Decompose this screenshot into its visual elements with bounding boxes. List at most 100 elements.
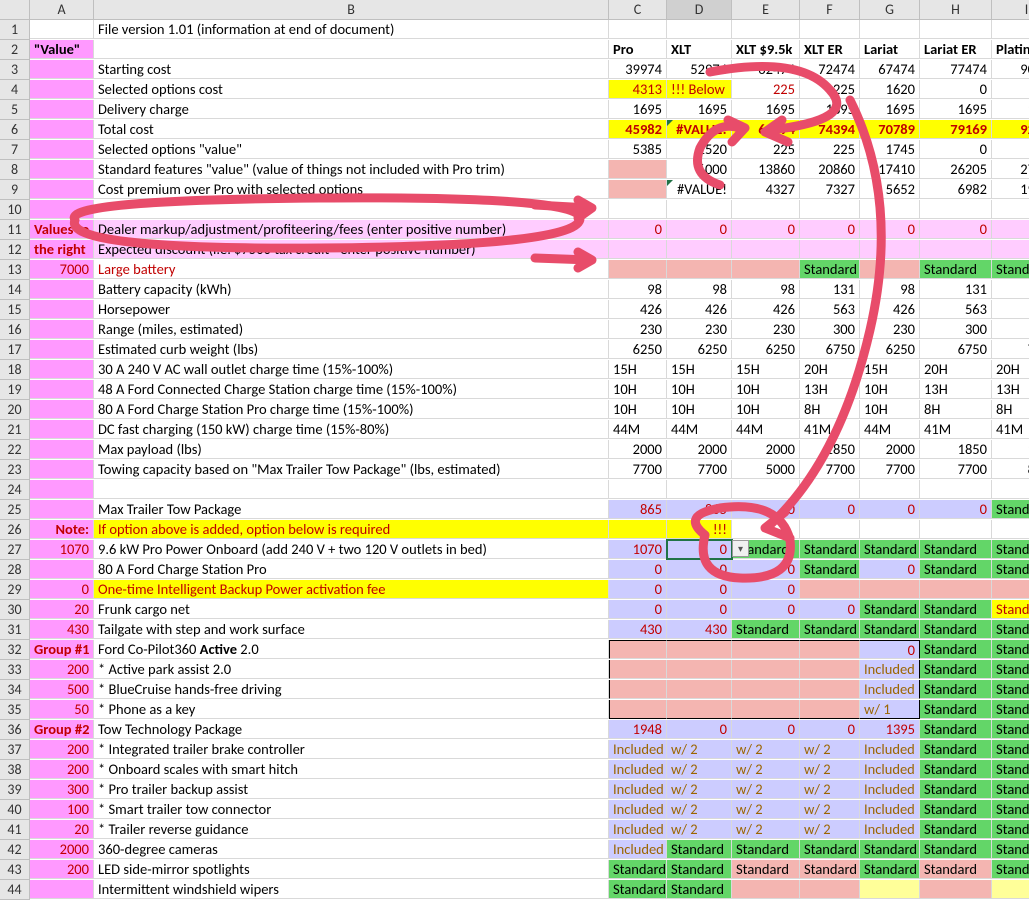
cell-B8[interactable]: Standard features "value" (value of thin…: [94, 160, 609, 179]
cell-D21[interactable]: 44M: [667, 420, 732, 439]
cell-C40[interactable]: Included: [609, 800, 667, 819]
cell-F32[interactable]: [800, 640, 860, 659]
cell-G13[interactable]: [860, 260, 920, 279]
cell-E6[interactable]: 64394: [732, 120, 800, 139]
cell-A5[interactable]: [30, 100, 94, 119]
cell-D2[interactable]: XLT: [667, 40, 732, 59]
cell-I34[interactable]: Standard: [992, 680, 1029, 699]
cell-H24[interactable]: [920, 480, 992, 499]
cell-A1[interactable]: [30, 20, 94, 39]
cell-D12[interactable]: [667, 240, 732, 259]
cell-A21[interactable]: [30, 420, 94, 439]
cell-I25[interactable]: Standard: [992, 500, 1029, 519]
cell-H36[interactable]: Standard: [920, 720, 992, 739]
cell-C27[interactable]: 1070: [609, 540, 667, 559]
cell-H17[interactable]: 6750: [920, 340, 992, 359]
cell-E29[interactable]: 0: [732, 580, 800, 599]
cell-E15[interactable]: 426: [732, 300, 800, 319]
cell-B14[interactable]: Battery capacity (kWh): [94, 280, 609, 299]
cell-A13[interactable]: 7000: [30, 260, 94, 279]
cell-H8[interactable]: 26205: [920, 160, 992, 179]
row-35[interactable]: 35: [0, 700, 30, 720]
cell-E28[interactable]: 0: [732, 560, 800, 579]
cell-D15[interactable]: 426: [667, 300, 732, 319]
cell-D17[interactable]: 6250: [667, 340, 732, 359]
cell-C9[interactable]: [609, 180, 667, 199]
cell-D9[interactable]: #VALUE!: [667, 180, 732, 199]
cell-G11[interactable]: 0: [860, 220, 920, 239]
cell-A8[interactable]: [30, 160, 94, 179]
cell-F19[interactable]: 13H: [800, 380, 860, 399]
cell-H12[interactable]: [920, 240, 992, 259]
cell-D16[interactable]: 230: [667, 320, 732, 339]
cell-D37[interactable]: w/ 2: [667, 740, 732, 759]
cell-A35[interactable]: 50: [30, 700, 94, 719]
cell-G8[interactable]: 17410: [860, 160, 920, 179]
cell-D8[interactable]: 6000: [667, 160, 732, 179]
cell-A42[interactable]: 2000: [30, 840, 94, 859]
cell-F8[interactable]: 20860: [800, 160, 860, 179]
cell-A17[interactable]: [30, 340, 94, 359]
cell-A36[interactable]: Group #2: [30, 720, 94, 739]
cell-B1[interactable]: File version 1.01 (information at end of…: [94, 20, 609, 39]
row-21[interactable]: 21: [0, 420, 30, 440]
cell-G39[interactable]: Included: [860, 780, 920, 799]
col-G[interactable]: G: [860, 0, 920, 20]
row-11[interactable]: 11: [0, 220, 30, 240]
cell-G41[interactable]: Included: [860, 820, 920, 839]
cell-C21[interactable]: 44M: [609, 420, 667, 439]
spreadsheet-grid[interactable]: A B C D E F G H I 1 File version 1.01 (i…: [0, 0, 1029, 900]
cell-C16[interactable]: 230: [609, 320, 667, 339]
cell-C24[interactable]: [609, 480, 667, 499]
cell-F36[interactable]: 0: [800, 720, 860, 739]
row-2[interactable]: 2: [0, 40, 30, 60]
row-44[interactable]: 44: [0, 880, 30, 900]
cell-F20[interactable]: 8H: [800, 400, 860, 419]
cell-B5[interactable]: Delivery charge: [94, 100, 609, 119]
cell-H10[interactable]: [920, 200, 992, 219]
cell-H43[interactable]: Standard: [920, 860, 992, 879]
cell-A26[interactable]: Note:: [30, 520, 94, 539]
col-A[interactable]: A: [30, 0, 94, 20]
cell-I44[interactable]: [992, 880, 1029, 899]
cell-I26[interactable]: [992, 520, 1029, 539]
cell-C23[interactable]: 7700: [609, 460, 667, 479]
cell-H28[interactable]: Standard: [920, 560, 992, 579]
cell-C30[interactable]: 0: [609, 600, 667, 619]
cell-D7[interactable]: 1520: [667, 140, 732, 159]
cell-G19[interactable]: 10H: [860, 380, 920, 399]
cell-H2[interactable]: Lariat ER: [920, 40, 992, 59]
cell-H37[interactable]: Standard: [920, 740, 992, 759]
cell-B20[interactable]: 80 A Ford Charge Station Pro charge time…: [94, 400, 609, 419]
row-22[interactable]: 22: [0, 440, 30, 460]
cell-H27[interactable]: Standard: [920, 540, 992, 559]
cell-D38[interactable]: w/ 2: [667, 760, 732, 779]
cell-C13[interactable]: [609, 260, 667, 279]
cell-C41[interactable]: Included: [609, 820, 667, 839]
cell-B13[interactable]: Large battery: [94, 260, 609, 279]
cell-G15[interactable]: 426: [860, 300, 920, 319]
cell-B42[interactable]: 360-degree cameras: [94, 840, 609, 859]
cell-B23[interactable]: Towing capacity based on "Max Trailer To…: [94, 460, 609, 479]
cell-H6[interactable]: 79169: [920, 120, 992, 139]
row-33[interactable]: 33: [0, 660, 30, 680]
cell-C20[interactable]: 10H: [609, 400, 667, 419]
cell-E32[interactable]: [732, 640, 800, 659]
cell-A44[interactable]: [30, 880, 94, 899]
cell-H30[interactable]: Standard: [920, 600, 992, 619]
cell-G23[interactable]: 7700: [860, 460, 920, 479]
cell-I37[interactable]: Standard: [992, 740, 1029, 759]
cell-E23[interactable]: 5000: [732, 460, 800, 479]
cell-F44[interactable]: [800, 880, 860, 899]
cell-C37[interactable]: Included: [609, 740, 667, 759]
cell-D41[interactable]: w/ 2: [667, 820, 732, 839]
cell-H3[interactable]: 77474: [920, 60, 992, 79]
cell-I11[interactable]: 0: [992, 220, 1029, 239]
cell-F14[interactable]: 131: [800, 280, 860, 299]
cell-F37[interactable]: w/ 2: [800, 740, 860, 759]
cell-E9[interactable]: 4327: [732, 180, 800, 199]
cell-H32[interactable]: Standard: [920, 640, 992, 659]
row-36[interactable]: 36: [0, 720, 30, 740]
cell-I42[interactable]: Standard: [992, 840, 1029, 859]
cell-F2[interactable]: XLT ER: [800, 40, 860, 59]
